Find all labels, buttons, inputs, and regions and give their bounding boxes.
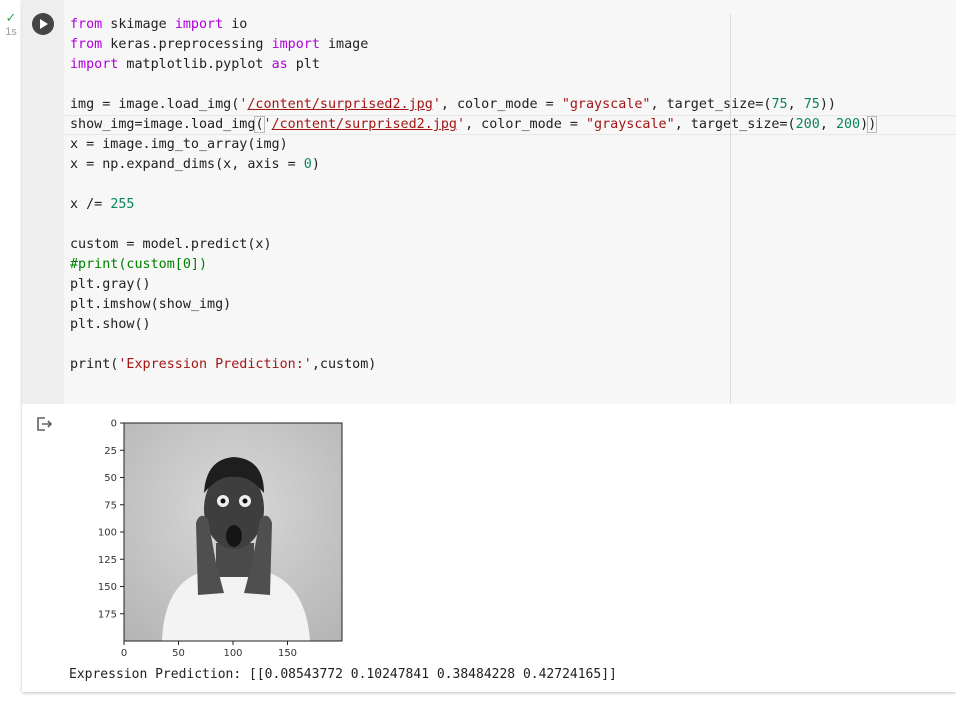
code-line[interactable]: custom = model.predict(x) xyxy=(70,235,876,255)
y-tick-label: 50 xyxy=(104,473,117,484)
code-line[interactable]: plt.gray() xyxy=(70,275,876,295)
cell-status: ✓ 1s xyxy=(0,12,22,39)
execution-time: 1s xyxy=(5,26,17,38)
output-redirect-icon[interactable] xyxy=(36,416,54,432)
surprised-person-image xyxy=(124,423,342,641)
code-line[interactable]: print('Expression Prediction:',custom) xyxy=(70,355,876,375)
play-icon xyxy=(40,19,48,29)
code-line[interactable]: x /= 255 xyxy=(70,195,876,215)
code-line[interactable]: #print(custom[0]) xyxy=(70,255,876,275)
code-line[interactable]: img = image.load_img('/content/surprised… xyxy=(70,95,876,115)
code-line[interactable]: show_img=image.load_img('/content/surpri… xyxy=(70,115,878,135)
code-line[interactable] xyxy=(70,215,876,235)
code-line[interactable]: x = np.expand_dims(x, axis = 0) xyxy=(70,155,876,175)
prediction-output: Expression Prediction: [[0.08543772 0.10… xyxy=(69,667,617,682)
y-tick-label: 75 xyxy=(104,500,117,511)
check-icon: ✓ xyxy=(5,11,17,26)
code-line[interactable]: from skimage import io xyxy=(70,15,876,35)
code-line[interactable] xyxy=(70,75,876,95)
y-tick-label: 0 xyxy=(111,419,117,430)
run-cell-button[interactable] xyxy=(32,13,54,35)
image-plot: 0 25 50 75 100 125 150 175 0 50 100 150 xyxy=(82,413,362,663)
y-tick-label: 150 xyxy=(98,582,117,593)
y-tick-label: 125 xyxy=(98,555,117,566)
code-line[interactable] xyxy=(70,175,876,195)
code-line[interactable]: plt.imshow(show_img) xyxy=(70,295,876,315)
code-line[interactable]: x = image.img_to_array(img) xyxy=(70,135,876,155)
code-line[interactable]: from keras.preprocessing import image xyxy=(70,35,876,55)
x-tick-label: 150 xyxy=(278,648,297,659)
y-tick-label: 100 xyxy=(98,528,117,539)
code-cell[interactable]: from skimage import io from keras.preproc… xyxy=(22,0,956,692)
code-line[interactable]: import matplotlib.pyplot as plt xyxy=(70,55,876,75)
x-tick-label: 50 xyxy=(172,648,185,659)
code-line[interactable]: plt.show() xyxy=(70,315,876,335)
code-editor[interactable]: from skimage import io from keras.preproc… xyxy=(64,0,956,404)
plot-figure: 0 25 50 75 100 125 150 175 0 50 100 150 xyxy=(98,419,343,659)
cell-gutter xyxy=(22,0,64,404)
y-tick-label: 175 xyxy=(98,609,117,620)
x-tick-label: 100 xyxy=(223,648,242,659)
y-tick-label: 25 xyxy=(104,446,117,457)
code-text[interactable]: from skimage import io from keras.preproc… xyxy=(70,15,878,375)
code-line[interactable] xyxy=(70,335,876,355)
x-tick-label: 0 xyxy=(121,648,127,659)
